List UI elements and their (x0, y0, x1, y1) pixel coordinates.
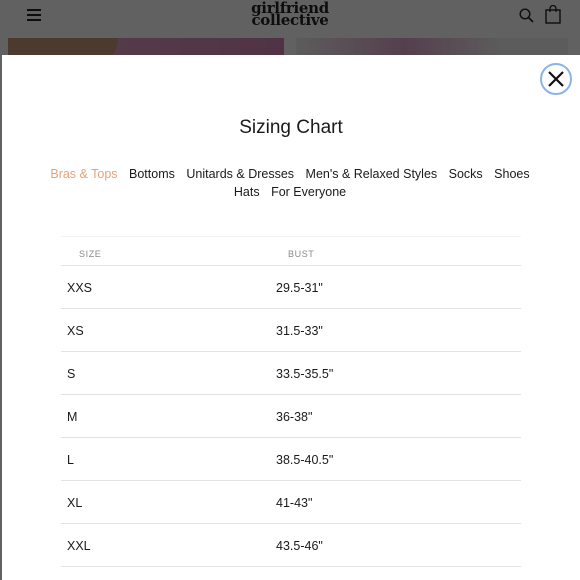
tab-socks[interactable]: Socks (449, 165, 483, 183)
table-row: L 38.5-40.5" (61, 438, 521, 481)
close-icon (548, 71, 564, 87)
size-cell: M (67, 410, 78, 424)
size-cell: XXL (67, 539, 91, 553)
table-row: XXL 43.5-46" (61, 524, 521, 567)
table-row: M 36-38" (61, 395, 521, 438)
modal-title: Sizing Chart (239, 117, 343, 138)
table-row: XXS 29.5-31" (61, 266, 521, 309)
table-row: XS 31.5-33" (61, 309, 521, 352)
bust-cell: 43.5-46" (276, 539, 323, 553)
tab-bottoms[interactable]: Bottoms (129, 165, 175, 183)
size-cell: XXS (67, 281, 93, 295)
tab-mens-relaxed-styles[interactable]: Men's & Relaxed Styles (306, 165, 438, 183)
size-cell: XL (67, 496, 83, 510)
column-header-bust: BUST (288, 249, 315, 259)
table-header: SIZE BUST (61, 236, 521, 266)
size-cell: XS (67, 324, 84, 338)
bust-cell: 38.5-40.5" (276, 453, 334, 467)
table-row: S 33.5-35.5" (61, 352, 521, 395)
size-cell: L (67, 453, 74, 467)
tab-for-everyone[interactable]: For Everyone (271, 183, 346, 201)
tab-unitards-dresses[interactable]: Unitards & Dresses (186, 165, 294, 183)
bust-cell: 33.5-35.5" (276, 367, 334, 381)
tab-shoes[interactable]: Shoes (494, 165, 529, 183)
bust-cell: 36-38" (276, 410, 313, 424)
bust-cell: 31.5-33" (276, 324, 323, 338)
table-row: XL 41-43" (61, 481, 521, 524)
bust-cell: 41-43" (276, 496, 313, 510)
tab-bras-tops[interactable]: Bras & Tops (50, 165, 117, 183)
category-tabs: Bras & Tops Bottoms Unitards & Dresses M… (30, 165, 550, 201)
tab-hats[interactable]: Hats (234, 183, 260, 201)
bust-cell: 29.5-31" (276, 281, 323, 295)
sizing-chart-modal: Sizing Chart Bras & Tops Bottoms Unitard… (2, 55, 580, 580)
close-button[interactable] (540, 63, 572, 95)
size-table: SIZE BUST XXS 29.5-31" XS 31.5-33" S 33.… (61, 236, 521, 567)
column-header-size: SIZE (79, 249, 102, 259)
size-cell: S (67, 367, 76, 381)
